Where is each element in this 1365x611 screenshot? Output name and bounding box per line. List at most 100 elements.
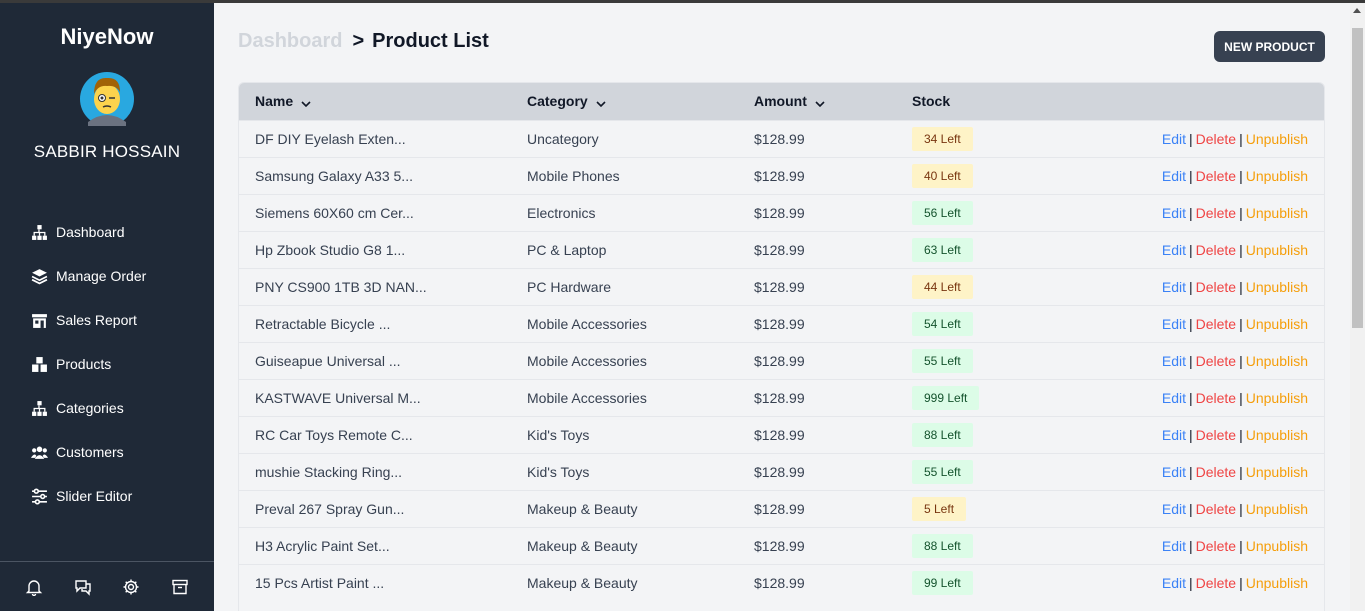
column-header-stock: Stock: [912, 83, 1092, 120]
gear-icon[interactable]: [122, 578, 140, 596]
product-category: Kid's Toys: [527, 463, 590, 480]
row-actions: Edit | Delete | Unpublish: [1092, 527, 1324, 564]
action-separator: |: [1239, 537, 1243, 554]
table-row: Retractable Bicycle ... Mobile Accessorie…: [239, 305, 1324, 342]
unpublish-link[interactable]: Unpublish: [1246, 168, 1308, 184]
row-actions: Edit | Delete | Unpublish: [1092, 379, 1324, 416]
column-header-category[interactable]: Category: [527, 83, 754, 120]
sidebar-item-sales-report[interactable]: Sales Report: [0, 298, 214, 342]
product-category: Mobile Phones: [527, 167, 620, 184]
delete-link[interactable]: Delete: [1196, 538, 1236, 554]
edit-link[interactable]: Edit: [1162, 390, 1186, 406]
unpublish-link[interactable]: Unpublish: [1246, 575, 1308, 591]
edit-link[interactable]: Edit: [1162, 205, 1186, 221]
delete-link[interactable]: Delete: [1196, 390, 1236, 406]
sidebar-item-dashboard[interactable]: Dashboard: [0, 210, 214, 254]
delete-link[interactable]: Delete: [1196, 575, 1236, 591]
product-category: PC & Laptop: [527, 241, 607, 258]
table-row: Samsung Galaxy A33 5... Mobile Phones $128…: [239, 157, 1324, 194]
bell-icon[interactable]: [25, 578, 43, 596]
chevron-down-icon[interactable]: [301, 94, 311, 110]
sidebar-item-customers[interactable]: Customers: [0, 430, 214, 474]
edit-link[interactable]: Edit: [1162, 131, 1186, 147]
product-category: Mobile Accessories: [527, 352, 647, 369]
edit-link[interactable]: Edit: [1162, 501, 1186, 517]
product-name: Hp Zbook Studio G8 1...: [255, 241, 406, 258]
product-name: Retractable Bicycle ...: [255, 315, 391, 332]
sidebar-item-slider-editor[interactable]: Slider Editor: [0, 474, 214, 518]
delete-link[interactable]: Delete: [1196, 168, 1236, 184]
edit-link[interactable]: Edit: [1162, 242, 1186, 258]
product-category: PC Hardware: [527, 278, 612, 295]
stock-badge: 54 Left: [912, 311, 973, 336]
stock-cell: 55 Left: [912, 453, 1092, 490]
unpublish-link[interactable]: Unpublish: [1246, 464, 1308, 480]
unpublish-link[interactable]: Unpublish: [1246, 316, 1308, 332]
action-separator: |: [1239, 463, 1243, 480]
breadcrumb-dashboard-link[interactable]: Dashboard: [238, 30, 342, 52]
table-row: mushie Stacking Ring... Kid's Toys $128.99…: [239, 453, 1324, 490]
action-separator: |: [1239, 426, 1243, 443]
action-separator: |: [1239, 241, 1243, 258]
edit-link[interactable]: Edit: [1162, 353, 1186, 369]
edit-link[interactable]: Edit: [1162, 575, 1186, 591]
table-row: KASTWAVE Universal M... Mobile Accessorie…: [239, 379, 1324, 416]
product-name: PNY CS900 1TB 3D NAN...: [255, 278, 427, 295]
stock-cell: 54 Left: [912, 305, 1092, 342]
delete-link[interactable]: Delete: [1196, 427, 1236, 443]
column-header-name[interactable]: Name: [239, 83, 527, 120]
unpublish-link[interactable]: Unpublish: [1246, 390, 1308, 406]
sitemap-icon: [32, 224, 47, 240]
product-name: 15 Pcs Artist Paint ...: [255, 574, 385, 591]
product-name: H3 Acrylic Paint Set...: [255, 537, 390, 554]
edit-link[interactable]: Edit: [1162, 168, 1186, 184]
edit-link[interactable]: Edit: [1162, 279, 1186, 295]
unpublish-link[interactable]: Unpublish: [1246, 279, 1308, 295]
archive-icon[interactable]: [171, 578, 189, 596]
unpublish-link[interactable]: Unpublish: [1246, 242, 1308, 258]
delete-link[interactable]: Delete: [1196, 205, 1236, 221]
sidebar-nav: Dashboard Manage Order Sales Report Prod…: [0, 210, 214, 518]
unpublish-link[interactable]: Unpublish: [1246, 205, 1308, 221]
delete-link[interactable]: Delete: [1196, 464, 1236, 480]
product-amount: $128.99: [754, 500, 805, 517]
column-header-label: Category: [527, 92, 588, 109]
scroll-up-arrow-icon[interactable]: [1353, 8, 1361, 13]
brand-logo[interactable]: NiyeNow: [0, 24, 214, 50]
edit-link[interactable]: Edit: [1162, 464, 1186, 480]
column-header-label: Name: [255, 92, 294, 109]
action-separator: |: [1188, 389, 1193, 406]
unpublish-link[interactable]: Unpublish: [1246, 353, 1308, 369]
new-product-button[interactable]: NEW PRODUCT: [1214, 31, 1325, 62]
chat-icon[interactable]: [74, 578, 92, 596]
sidebar-item-manage-order[interactable]: Manage Order: [0, 254, 214, 298]
sidebar-item-categories[interactable]: Categories: [0, 386, 214, 430]
column-header-amount[interactable]: Amount: [754, 83, 912, 120]
action-separator: |: [1188, 241, 1193, 258]
unpublish-link[interactable]: Unpublish: [1246, 501, 1308, 517]
action-separator: |: [1188, 463, 1193, 480]
unpublish-link[interactable]: Unpublish: [1246, 131, 1308, 147]
chevron-down-icon[interactable]: [596, 94, 606, 110]
edit-link[interactable]: Edit: [1162, 538, 1186, 554]
unpublish-link[interactable]: Unpublish: [1246, 538, 1308, 554]
edit-link[interactable]: Edit: [1162, 316, 1186, 332]
delete-link[interactable]: Delete: [1196, 242, 1236, 258]
product-amount: $128.99: [754, 204, 805, 221]
delete-link[interactable]: Delete: [1196, 316, 1236, 332]
sidebar-item-products[interactable]: Products: [0, 342, 214, 386]
delete-link[interactable]: Delete: [1196, 501, 1236, 517]
delete-link[interactable]: Delete: [1196, 353, 1236, 369]
user-name: SABBIR HOSSAIN: [33, 142, 181, 161]
stock-cell: 34 Left: [912, 120, 1092, 157]
action-separator: |: [1239, 389, 1243, 406]
product-category: Electronics: [527, 204, 596, 221]
delete-link[interactable]: Delete: [1196, 131, 1236, 147]
sidebar: NiyeNow SABBIR HOSSAIN Dashboard Manage …: [0, 0, 214, 611]
delete-link[interactable]: Delete: [1196, 279, 1236, 295]
chevron-down-icon[interactable]: [815, 94, 825, 110]
table-row: H3 Acrylic Paint Set... Makeup & Beauty $1…: [239, 527, 1324, 564]
scrollbar-thumb[interactable]: [1352, 28, 1363, 328]
unpublish-link[interactable]: Unpublish: [1246, 427, 1308, 443]
edit-link[interactable]: Edit: [1162, 427, 1186, 443]
